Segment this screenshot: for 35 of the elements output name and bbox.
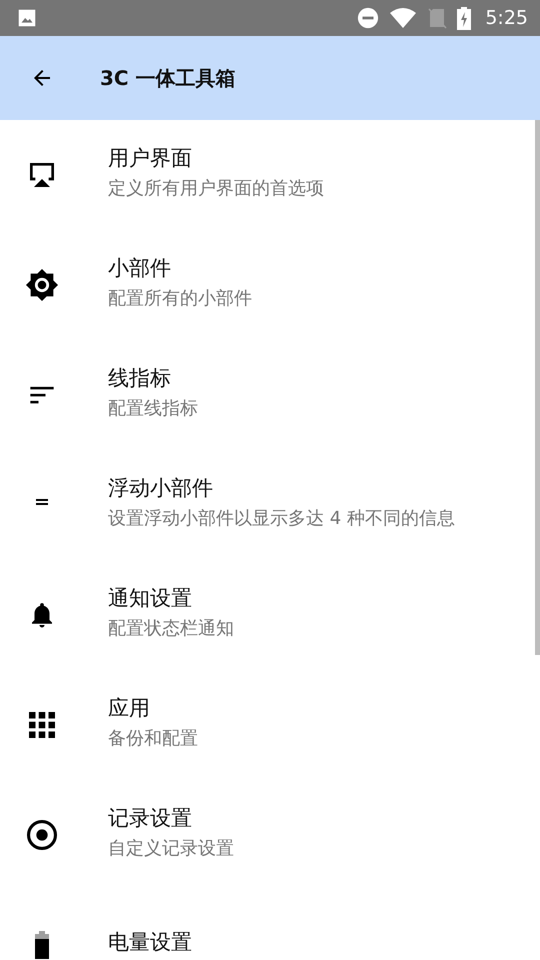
- settings-item[interactable]: 小部件 配置所有的小部件: [0, 230, 534, 340]
- status-time: 5:25: [485, 7, 528, 29]
- brightness-icon: [25, 268, 59, 302]
- item-title: 浮动小部件: [108, 475, 214, 502]
- settings-item[interactable]: 记录设置 自定义记录设置: [0, 780, 534, 890]
- item-subtitle: 配置状态栏通知: [108, 617, 234, 640]
- item-title: 通知设置: [108, 585, 193, 612]
- no-sim-icon: [427, 7, 448, 29]
- settings-item[interactable]: 线指标 配置线指标: [0, 340, 534, 450]
- item-subtitle: 配置线指标: [108, 397, 198, 420]
- item-title: 电量设置: [108, 929, 192, 956]
- battery-icon: [35, 931, 49, 959]
- do-not-disturb-icon: [357, 7, 380, 29]
- scrollbar[interactable]: [535, 120, 540, 655]
- settings-item[interactable]: 通知设置 配置状态栏通知: [0, 560, 534, 670]
- item-subtitle: 设置浮动小部件以显示多达 4 种不同的信息: [108, 507, 455, 530]
- item-subtitle: 自定义记录设置: [108, 837, 234, 860]
- radio-dot-icon: [25, 818, 59, 852]
- settings-item[interactable]: 应用 备份和配置: [0, 670, 534, 780]
- item-subtitle: 备份和配置: [108, 727, 198, 750]
- wifi-icon: [389, 7, 418, 29]
- item-title: 线指标: [108, 365, 172, 392]
- item-title: 记录设置: [108, 805, 193, 832]
- item-subtitle: 定义所有用户界面的首选项: [108, 177, 324, 200]
- app-bar-title: 3C 一体工具箱: [100, 64, 236, 92]
- battery-charging-icon: [457, 6, 472, 30]
- settings-item[interactable]: 用户界面 定义所有用户界面的首选项: [0, 120, 534, 230]
- settings-item[interactable]: 电量设置: [0, 890, 534, 960]
- item-title: 小部件: [108, 255, 172, 282]
- grid-icon: [29, 712, 55, 738]
- image-icon: [16, 7, 38, 29]
- item-title: 用户界面: [108, 145, 193, 172]
- settings-item[interactable]: 浮动小部件 设置浮动小部件以显示多达 4 种不同的信息: [0, 450, 534, 560]
- item-title: 应用: [108, 695, 151, 722]
- item-subtitle: 配置所有的小部件: [108, 287, 252, 310]
